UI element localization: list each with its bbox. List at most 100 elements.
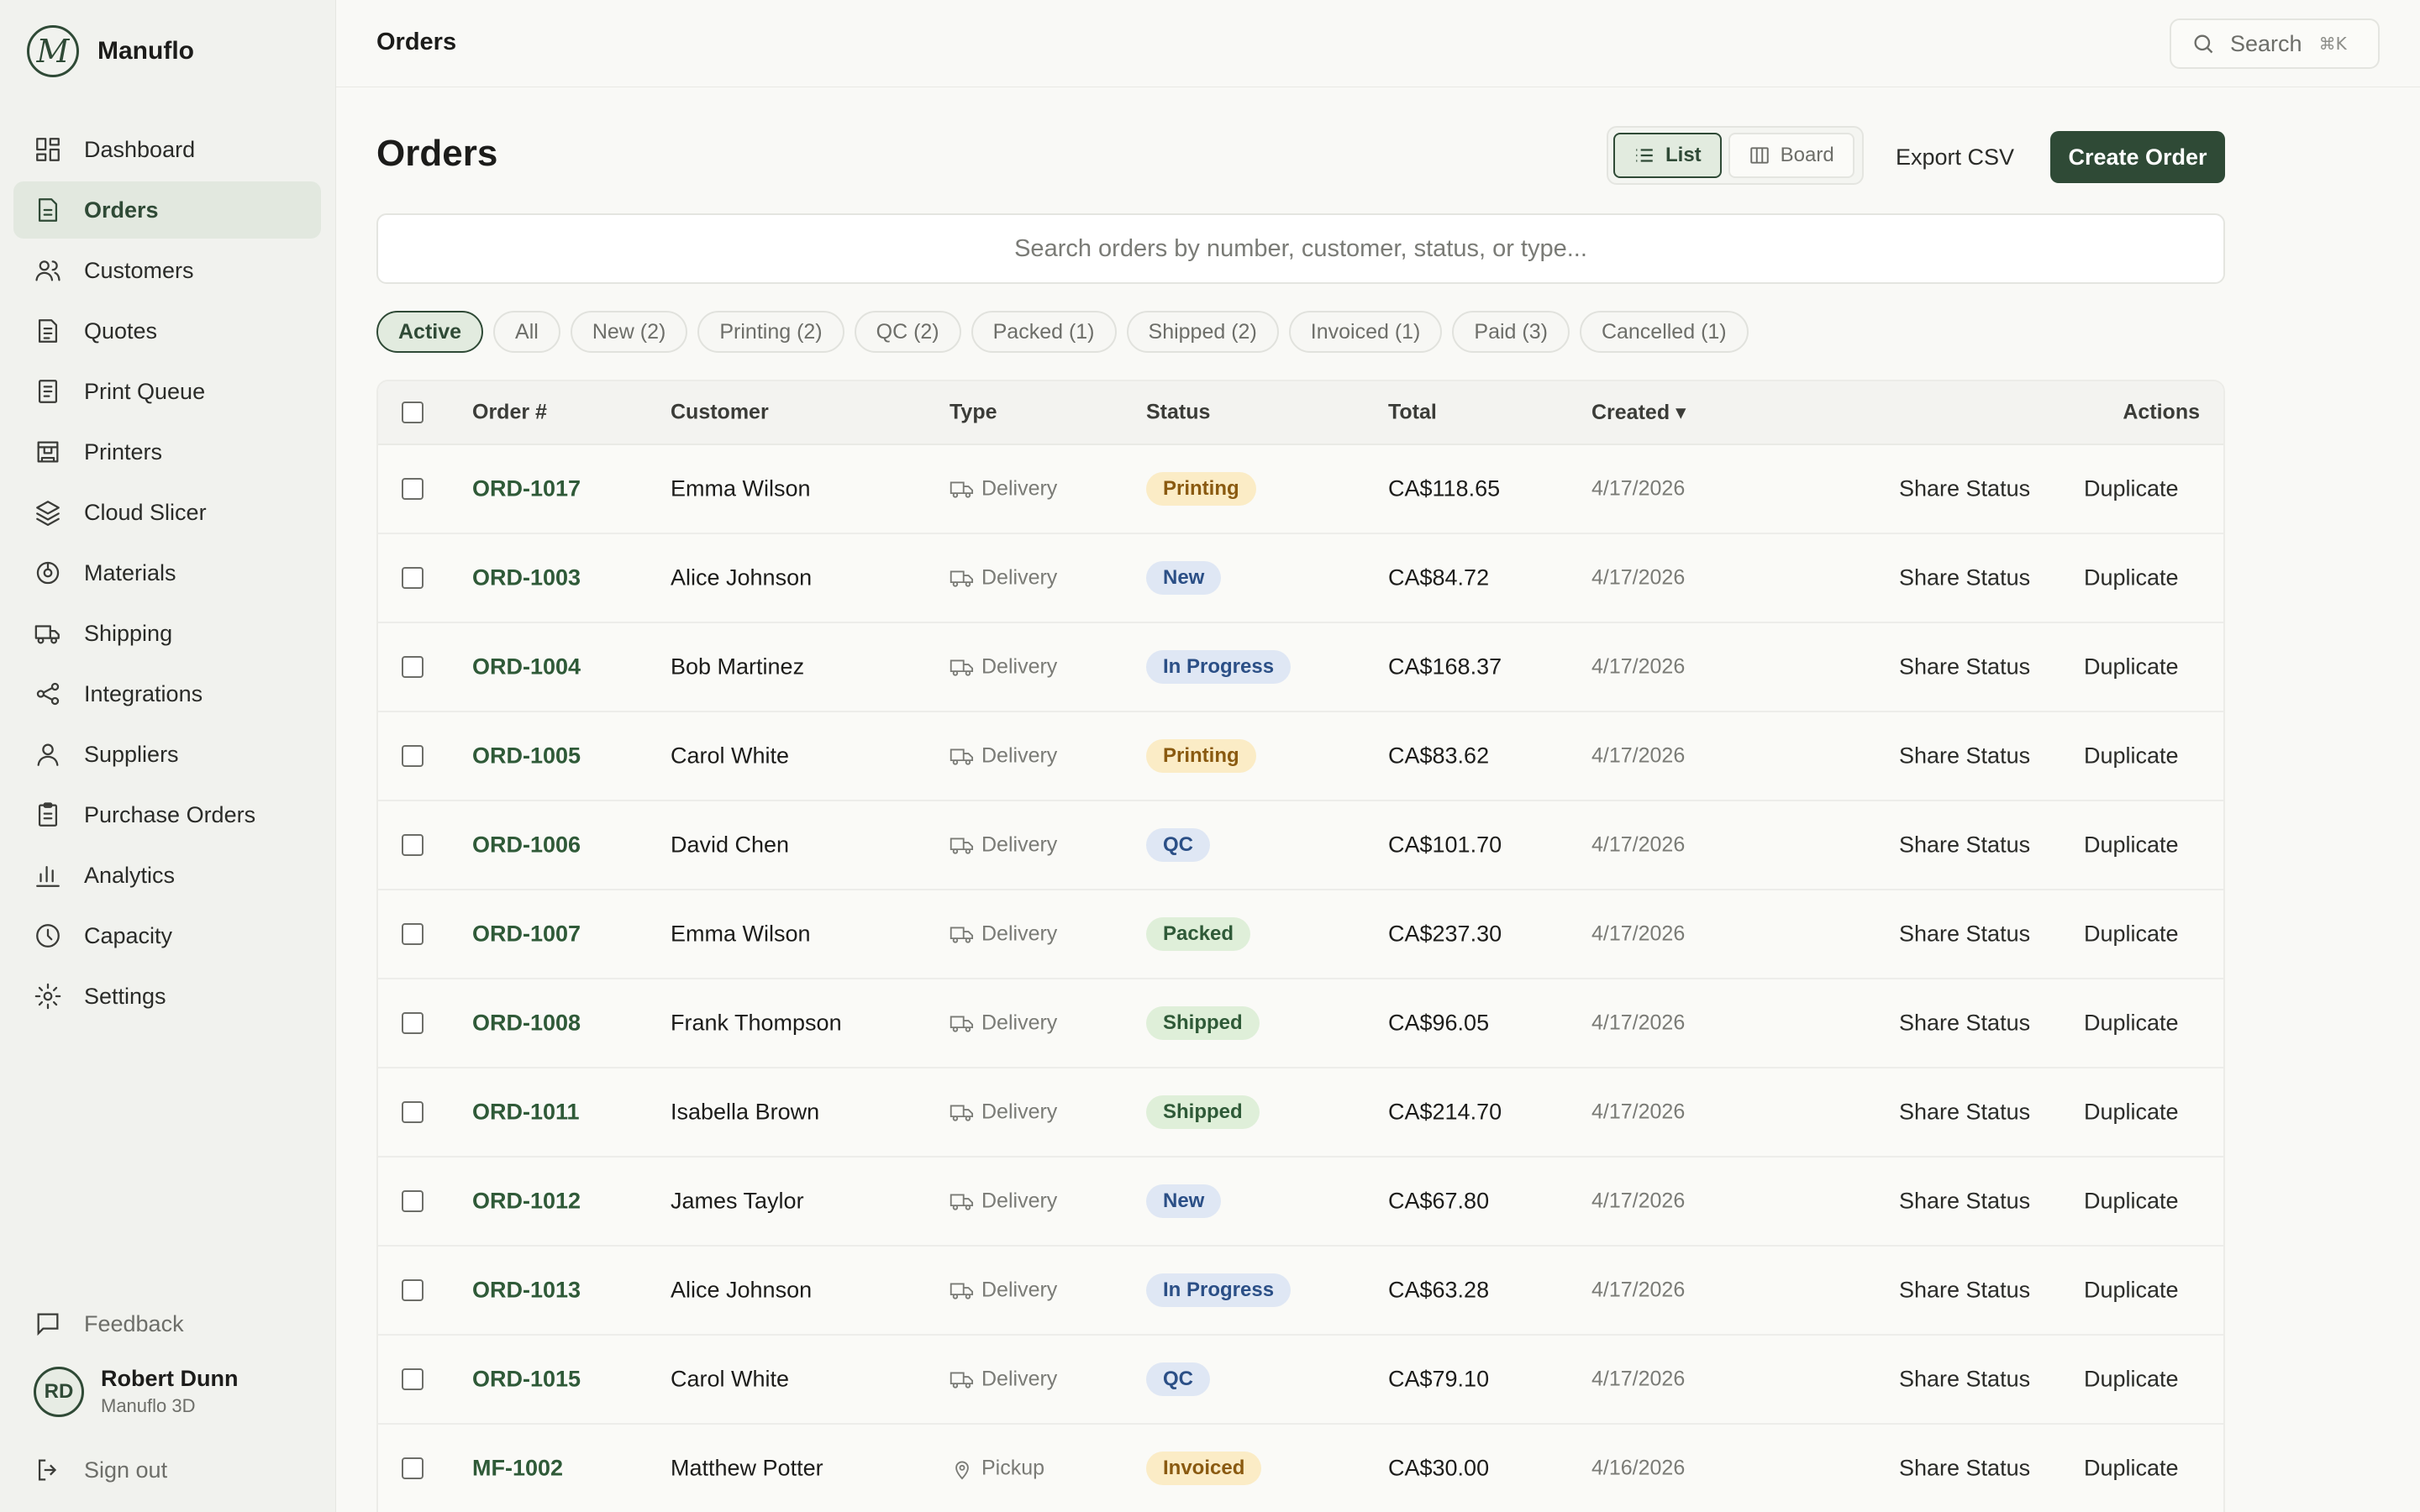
duplicate-button[interactable]: Duplicate	[2084, 743, 2179, 769]
order-number-link[interactable]: ORD-1006	[472, 832, 581, 858]
row-checkbox[interactable]	[402, 1368, 424, 1390]
filter-chip[interactable]: Active	[376, 311, 484, 353]
sidebar-item-cloud-slicer[interactable]: Cloud Slicer	[13, 484, 321, 541]
table-row[interactable]: ORD-1005 Carol White Delivery Printing CA$83…	[378, 712, 2223, 801]
row-checkbox[interactable]	[402, 923, 424, 945]
table-row[interactable]: ORD-1008 Frank Thompson Delivery Shipped CA$…	[378, 979, 2223, 1068]
order-number-link[interactable]: ORD-1003	[472, 565, 581, 591]
filter-chip[interactable]: Paid (3)	[1452, 311, 1570, 353]
column-header-order[interactable]: Order #	[472, 401, 547, 425]
sidebar-item-dashboard[interactable]: Dashboard	[13, 121, 321, 178]
share-status-button[interactable]: Share Status	[1899, 832, 2030, 858]
order-number-link[interactable]: ORD-1007	[472, 921, 581, 948]
share-status-button[interactable]: Share Status	[1899, 1100, 2030, 1126]
duplicate-button[interactable]: Duplicate	[2084, 1278, 2179, 1304]
duplicate-button[interactable]: Duplicate	[2084, 1011, 2179, 1037]
column-header-total[interactable]: Total	[1388, 401, 1437, 425]
column-header-customer[interactable]: Customer	[671, 401, 769, 425]
sidebar-item-settings[interactable]: Settings	[13, 968, 321, 1025]
share-status-button[interactable]: Share Status	[1899, 654, 2030, 680]
select-all-checkbox[interactable]	[402, 402, 424, 423]
table-row[interactable]: ORD-1003 Alice Johnson Delivery New CA$84.72…	[378, 534, 2223, 623]
share-status-button[interactable]: Share Status	[1899, 1367, 2030, 1393]
table-row[interactable]: ORD-1006 David Chen Delivery QC CA$101.70 4/1…	[378, 801, 2223, 890]
order-number-link[interactable]: ORD-1004	[472, 654, 581, 680]
order-number-link[interactable]: ORD-1015	[472, 1367, 581, 1393]
sidebar-item-orders[interactable]: Orders	[13, 181, 321, 239]
duplicate-button[interactable]: Duplicate	[2084, 1100, 2179, 1126]
duplicate-button[interactable]: Duplicate	[2084, 654, 2179, 680]
filter-chip[interactable]: Printing (2)	[697, 311, 844, 353]
duplicate-button[interactable]: Duplicate	[2084, 1189, 2179, 1215]
share-status-button[interactable]: Share Status	[1899, 1189, 2030, 1215]
column-header-created[interactable]: Created ▾	[1591, 400, 1686, 425]
sidebar-item-purchase-orders[interactable]: Purchase Orders	[13, 786, 321, 843]
row-checkbox[interactable]	[402, 834, 424, 856]
user-profile[interactable]: RD Robert Dunn Manuflo 3D	[34, 1366, 238, 1417]
duplicate-button[interactable]: Duplicate	[2084, 1367, 2179, 1393]
sidebar-item-capacity[interactable]: Capacity	[13, 907, 321, 964]
sign-out-button[interactable]: Sign out	[13, 1441, 321, 1499]
duplicate-button[interactable]: Duplicate	[2084, 832, 2179, 858]
sidebar-item-analytics[interactable]: Analytics	[13, 847, 321, 904]
order-search-input[interactable]	[376, 213, 2225, 284]
table-row[interactable]: ORD-1015 Carol White Delivery QC CA$79.10 4/1…	[378, 1336, 2223, 1425]
board-view-button[interactable]: Board	[1728, 133, 1854, 178]
duplicate-button[interactable]: Duplicate	[2084, 476, 2179, 502]
share-status-button[interactable]: Share Status	[1899, 1278, 2030, 1304]
sidebar-item-print-queue[interactable]: Print Queue	[13, 363, 321, 420]
table-row[interactable]: ORD-1017 Emma Wilson Delivery Printing CA$11…	[378, 445, 2223, 534]
brand[interactable]: M Manuflo	[27, 25, 194, 77]
duplicate-button[interactable]: Duplicate	[2084, 565, 2179, 591]
row-checkbox[interactable]	[402, 1279, 424, 1301]
order-number-link[interactable]: ORD-1017	[472, 476, 581, 502]
table-row[interactable]: ORD-1013 Alice Johnson Delivery In Progress…	[378, 1247, 2223, 1336]
table-row[interactable]: ORD-1012 James Taylor Delivery New CA$67.80 4…	[378, 1158, 2223, 1247]
sidebar-item-customers[interactable]: Customers	[13, 242, 321, 299]
column-header-type[interactable]: Type	[950, 401, 997, 425]
row-checkbox[interactable]	[402, 1190, 424, 1212]
sidebar-item-quotes[interactable]: Quotes	[13, 302, 321, 360]
row-checkbox[interactable]	[402, 1457, 424, 1479]
order-number-link[interactable]: ORD-1008	[472, 1011, 581, 1037]
share-status-button[interactable]: Share Status	[1899, 565, 2030, 591]
table-row[interactable]: ORD-1011 Isabella Brown Delivery Shipped CA$…	[378, 1068, 2223, 1158]
duplicate-button[interactable]: Duplicate	[2084, 1456, 2179, 1482]
order-number-link[interactable]: ORD-1005	[472, 743, 581, 769]
sidebar-item-suppliers[interactable]: Suppliers	[13, 726, 321, 783]
filter-chip[interactable]: Cancelled (1)	[1579, 311, 1749, 353]
filter-chip[interactable]: Shipped (2)	[1126, 311, 1279, 353]
order-number-link[interactable]: ORD-1012	[472, 1189, 581, 1215]
order-number-link[interactable]: ORD-1013	[472, 1278, 581, 1304]
row-checkbox[interactable]	[402, 1101, 424, 1123]
filter-chip[interactable]: QC (2)	[854, 311, 961, 353]
create-order-button[interactable]: Create Order	[2050, 131, 2225, 183]
share-status-button[interactable]: Share Status	[1899, 1011, 2030, 1037]
share-status-button[interactable]: Share Status	[1899, 476, 2030, 502]
table-row[interactable]: ORD-1007 Emma Wilson Delivery Packed CA$237.…	[378, 890, 2223, 979]
duplicate-button[interactable]: Duplicate	[2084, 921, 2179, 948]
sidebar-item-shipping[interactable]: Shipping	[13, 605, 321, 662]
row-checkbox[interactable]	[402, 567, 424, 589]
order-number-link[interactable]: MF-1002	[472, 1456, 563, 1482]
row-checkbox[interactable]	[402, 478, 424, 500]
filter-chip[interactable]: All	[493, 311, 560, 353]
feedback-button[interactable]: Feedback	[13, 1295, 321, 1352]
table-row[interactable]: ORD-1004 Bob Martinez Delivery In Progress C…	[378, 623, 2223, 712]
filter-chip[interactable]: Packed (1)	[971, 311, 1117, 353]
sidebar-item-printers[interactable]: Printers	[13, 423, 321, 480]
share-status-button[interactable]: Share Status	[1899, 743, 2030, 769]
share-status-button[interactable]: Share Status	[1899, 1456, 2030, 1482]
filter-chip[interactable]: Invoiced (1)	[1288, 311, 1443, 353]
row-checkbox[interactable]	[402, 1012, 424, 1034]
order-number-link[interactable]: ORD-1011	[472, 1100, 580, 1126]
row-checkbox[interactable]	[402, 745, 424, 767]
sidebar-item-integrations[interactable]: Integrations	[13, 665, 321, 722]
global-search-button[interactable]: Search ⌘K	[2170, 18, 2380, 69]
list-view-button[interactable]: List	[1613, 133, 1722, 178]
filter-chip[interactable]: New (2)	[570, 311, 688, 353]
export-csv-button[interactable]: Export CSV	[1879, 131, 2031, 183]
sidebar-item-materials[interactable]: Materials	[13, 544, 321, 601]
share-status-button[interactable]: Share Status	[1899, 921, 2030, 948]
row-checkbox[interactable]	[402, 656, 424, 678]
